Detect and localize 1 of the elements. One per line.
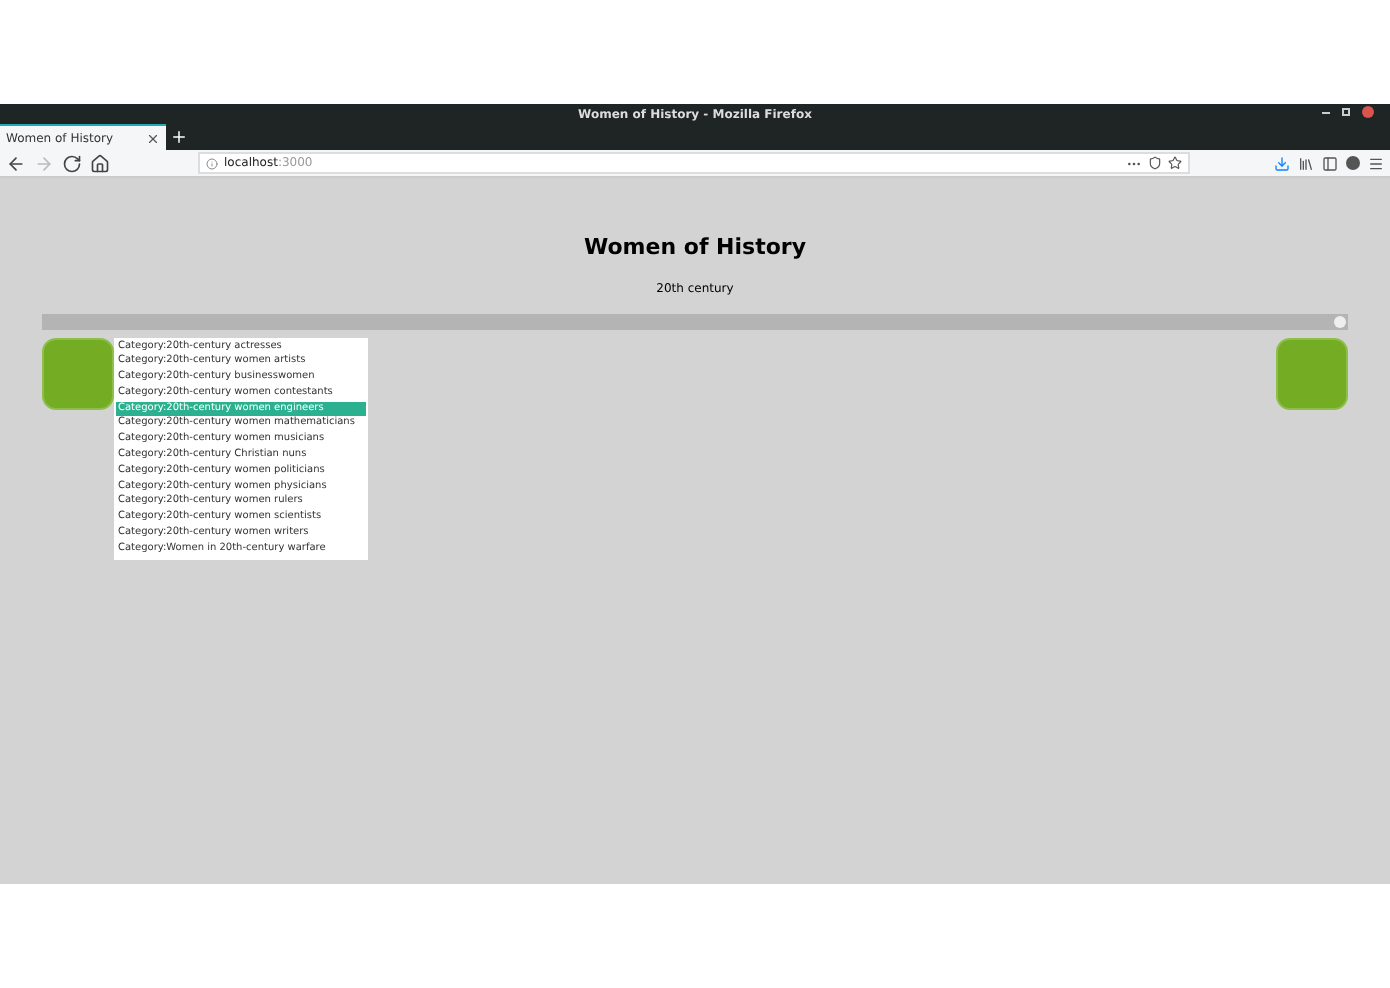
page-title: Women of History	[584, 232, 806, 264]
